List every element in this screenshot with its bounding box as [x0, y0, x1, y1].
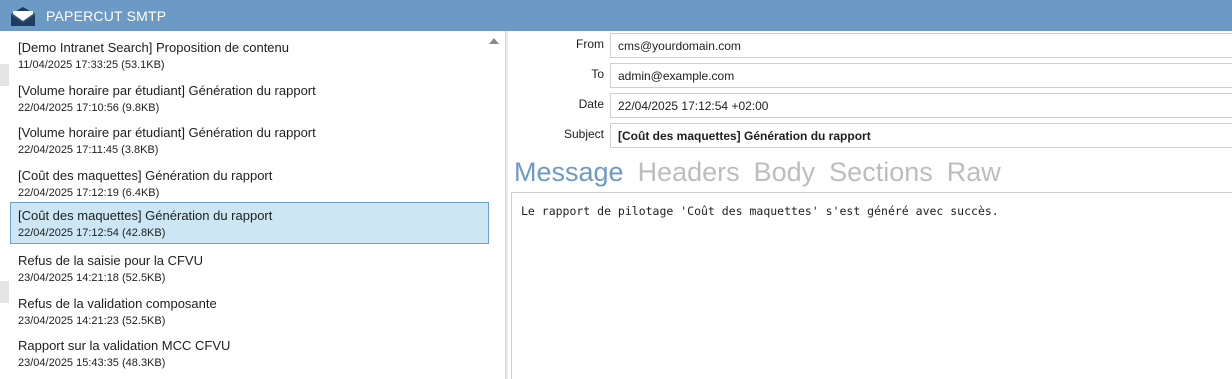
- message-subject: [Coût des maquettes] Génération du rappo…: [18, 168, 273, 183]
- list-item[interactable]: Refus de la validation composante 23/04/…: [10, 290, 489, 332]
- list-item[interactable]: [Volume horaire par étudiant] Génération…: [10, 77, 489, 119]
- message-subject: Refus de la validation composante: [18, 296, 217, 311]
- to-label: To: [591, 67, 604, 81]
- message-meta: 22/04/2025 17:10:56 (9.8KB): [18, 102, 160, 114]
- message-body-pane[interactable]: Le rapport de pilotage 'Coût des maquett…: [511, 192, 1232, 379]
- message-subject: Rapport sur la validation MCC CFVU: [18, 338, 231, 353]
- message-detail: From cms@yourdomain.com To admin@example…: [508, 31, 1232, 379]
- list-item[interactable]: [Volume horaire par étudiant] Génération…: [10, 119, 489, 161]
- list-item-selected[interactable]: [Coût des maquettes] Génération du rappo…: [10, 202, 489, 244]
- tab-body[interactable]: Body: [754, 155, 816, 189]
- from-label: From: [576, 37, 604, 51]
- message-subject: [Demo Intranet Search] Proposition de co…: [18, 40, 289, 55]
- message-meta: 11/04/2025 17:33:25 (53.1KB): [18, 59, 165, 71]
- date-row: Date 22/04/2025 17:12:54 +02:00: [508, 91, 1232, 119]
- to-row: To admin@example.com: [508, 61, 1232, 89]
- message-subject: [Volume horaire par étudiant] Génération…: [18, 83, 316, 98]
- subject-row: Subject [Coût des maquettes] Génération …: [508, 121, 1232, 149]
- message-subject: [Coût des maquettes] Génération du rappo…: [18, 208, 273, 223]
- tab-sections[interactable]: Sections: [829, 155, 933, 189]
- tab-message[interactable]: Message: [514, 155, 624, 189]
- message-meta: 23/04/2025 14:21:18 (52.5KB): [18, 272, 166, 284]
- message-subject: [Volume horaire par étudiant] Génération…: [18, 125, 316, 140]
- date-field[interactable]: 22/04/2025 17:12:54 +02:00: [610, 93, 1232, 118]
- message-subject: Refus de la saisie pour la CFVU: [18, 253, 203, 268]
- title-bar: PAPERCUT SMTP: [0, 0, 1232, 31]
- subject-field[interactable]: [Coût des maquettes] Génération du rappo…: [610, 123, 1232, 148]
- left-edge: [0, 31, 9, 379]
- message-meta: 22/04/2025 17:12:54 (42.8KB): [18, 227, 166, 239]
- list-item[interactable]: [Coût des maquettes] Génération du rappo…: [10, 162, 489, 204]
- tab-raw[interactable]: Raw: [947, 155, 1001, 189]
- from-row: From cms@yourdomain.com: [508, 31, 1232, 59]
- view-tabs: Message Headers Body Sections Raw: [514, 155, 1001, 189]
- edge-marker: [0, 281, 9, 303]
- date-label: Date: [578, 97, 604, 111]
- from-field[interactable]: cms@yourdomain.com: [610, 33, 1232, 58]
- list-item[interactable]: [Demo Intranet Search] Proposition de co…: [10, 34, 489, 76]
- subject-label: Subject: [563, 127, 604, 141]
- list-item[interactable]: Refus de la saisie pour la CFVU 23/04/20…: [10, 247, 489, 289]
- message-meta: 23/04/2025 14:21:23 (52.5KB): [18, 315, 166, 327]
- message-meta: 23/04/2025 15:43:35 (48.3KB): [18, 357, 166, 369]
- edge-marker: [0, 64, 9, 86]
- tab-headers[interactable]: Headers: [638, 155, 740, 189]
- to-field[interactable]: admin@example.com: [610, 63, 1232, 88]
- scroll-up-icon[interactable]: [488, 34, 500, 46]
- message-list[interactable]: [Demo Intranet Search] Proposition de co…: [9, 31, 505, 379]
- list-item[interactable]: Rapport sur la validation MCC CFVU 23/04…: [10, 332, 489, 374]
- message-meta: 22/04/2025 17:12:19 (6.4KB): [18, 187, 160, 199]
- app-title: PAPERCUT SMTP: [46, 7, 167, 24]
- envelope-icon: [8, 0, 38, 31]
- message-meta: 22/04/2025 17:11:45 (3.8KB): [18, 144, 159, 156]
- message-body-text: Le rapport de pilotage 'Coût des maquett…: [521, 204, 999, 218]
